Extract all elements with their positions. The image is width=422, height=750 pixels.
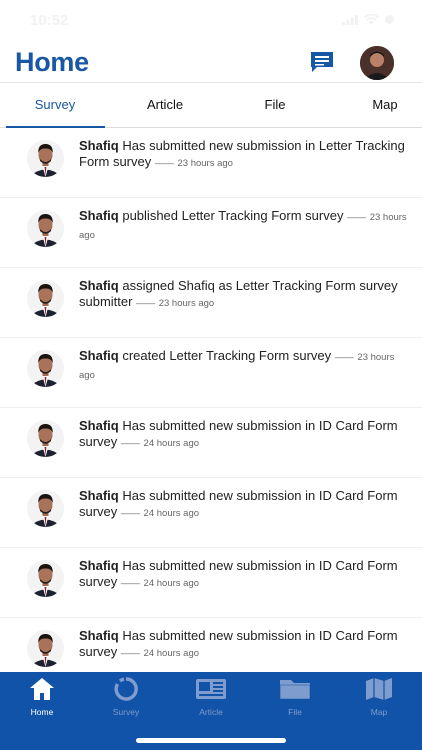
feed-time: 24 hours ago [143, 648, 200, 659]
user-avatar[interactable] [360, 46, 394, 80]
wifi-icon [364, 14, 379, 25]
status-bar: 10:52 [0, 0, 422, 42]
feed-text: Shafiq assigned Shafiq as Letter Trackin… [79, 278, 409, 312]
app-header: Home [0, 42, 422, 82]
map-icon [366, 678, 392, 700]
feed-time-separator: —— [154, 158, 174, 169]
feed-avatar [27, 350, 64, 387]
feed-time-separator: —— [120, 648, 140, 659]
home-icon [30, 678, 54, 700]
feed-user: Shafiq [79, 628, 119, 643]
feed-user: Shafiq [79, 418, 119, 433]
feed-time: 23 hours ago [158, 298, 215, 309]
avatar-photo [360, 46, 394, 80]
feed-user: Shafiq [79, 278, 119, 293]
app-screen: 10:52 Home Survey Article File Map Shafi… [0, 0, 422, 750]
nav-article[interactable]: Article [169, 676, 253, 717]
page-title: Home [15, 47, 89, 77]
feed-user: Shafiq [79, 558, 119, 573]
feed-time: 24 hours ago [143, 508, 200, 519]
feed-avatar [27, 210, 64, 247]
top-tabs: Survey Article File Map [0, 82, 422, 128]
feed-action: Has submitted new submission in Letter T… [79, 138, 405, 169]
nav-home-label: Home [30, 707, 54, 717]
status-time: 10:52 [30, 12, 69, 29]
feed-item[interactable]: Shafiq Has submitted new submission in L… [0, 128, 422, 198]
nav-survey-label: Survey [112, 707, 140, 717]
activity-feed[interactable]: Shafiq Has submitted new submission in L… [0, 128, 422, 672]
feed-item[interactable]: Shafiq Has submitted new submission in I… [0, 408, 422, 478]
nav-map[interactable]: Map [337, 676, 421, 717]
tab-map[interactable]: Map [350, 97, 420, 112]
feed-time-separator: —— [334, 352, 354, 363]
feed-time-separator: —— [136, 298, 156, 309]
feed-time-separator: —— [120, 508, 140, 519]
feed-text: Shafiq created Letter Tracking Form surv… [79, 348, 409, 384]
feed-user: Shafiq [79, 348, 119, 363]
nav-article-label: Article [199, 707, 223, 717]
feed-user: Shafiq [79, 488, 119, 503]
feed-item[interactable]: Shafiq published Letter Tracking Form su… [0, 198, 422, 268]
battery-icon [385, 15, 394, 24]
tab-article[interactable]: Article [130, 97, 200, 112]
chat-icon[interactable] [309, 50, 335, 74]
feed-text: Shafiq published Letter Tracking Form su… [79, 208, 409, 244]
feed-time-separator: —— [347, 212, 367, 223]
nav-home[interactable]: Home [0, 676, 84, 717]
feed-item[interactable]: Shafiq Has submitted new submission in I… [0, 478, 422, 548]
home-indicator [136, 738, 286, 743]
feed-time-separator: —— [120, 438, 140, 449]
feed-action: published Letter Tracking Form survey [118, 208, 344, 223]
feed-item[interactable]: Shafiq assigned Shafiq as Letter Trackin… [0, 268, 422, 338]
signal-icon [342, 14, 358, 25]
nav-file[interactable]: File [253, 676, 337, 717]
nav-map-label: Map [370, 707, 388, 717]
feed-avatar [27, 140, 64, 177]
feed-text: Shafiq Has submitted new submission in L… [79, 138, 409, 172]
feed-item[interactable]: Shafiq Has submitted new submission in I… [0, 548, 422, 618]
feed-time: 24 hours ago [143, 578, 200, 589]
status-icons [342, 14, 394, 25]
feed-avatar [27, 490, 64, 527]
feed-avatar [27, 560, 64, 597]
feed-action: created Letter Tracking Form survey [118, 348, 332, 363]
feed-avatar [27, 630, 64, 667]
feed-avatar [27, 420, 64, 457]
nav-survey[interactable]: Survey [84, 676, 168, 717]
feed-time: 23 hours ago [177, 158, 233, 169]
feed-text: Shafiq Has submitted new submission in I… [79, 628, 409, 662]
feed-item[interactable]: Shafiq created Letter Tracking Form surv… [0, 338, 422, 408]
folder-icon [279, 680, 311, 700]
nav-file-label: File [288, 707, 302, 717]
feed-user: Shafiq [79, 208, 119, 223]
feed-time: 24 hours ago [143, 438, 200, 449]
feed-item[interactable]: Shafiq Has submitted new submission in I… [0, 618, 422, 672]
tab-file[interactable]: File [240, 97, 310, 112]
feed-action: assigned Shafiq as Letter Tracking Form … [79, 278, 398, 309]
feed-text: Shafiq Has submitted new submission in I… [79, 418, 409, 452]
survey-icon [114, 677, 138, 701]
tab-survey[interactable]: Survey [20, 97, 90, 112]
feed-text: Shafiq Has submitted new submission in I… [79, 488, 409, 522]
feed-time-separator: —— [120, 578, 140, 589]
feed-avatar [27, 280, 64, 317]
article-icon [196, 679, 226, 699]
feed-user: Shafiq [79, 138, 119, 153]
feed-text: Shafiq Has submitted new submission in I… [79, 558, 409, 592]
